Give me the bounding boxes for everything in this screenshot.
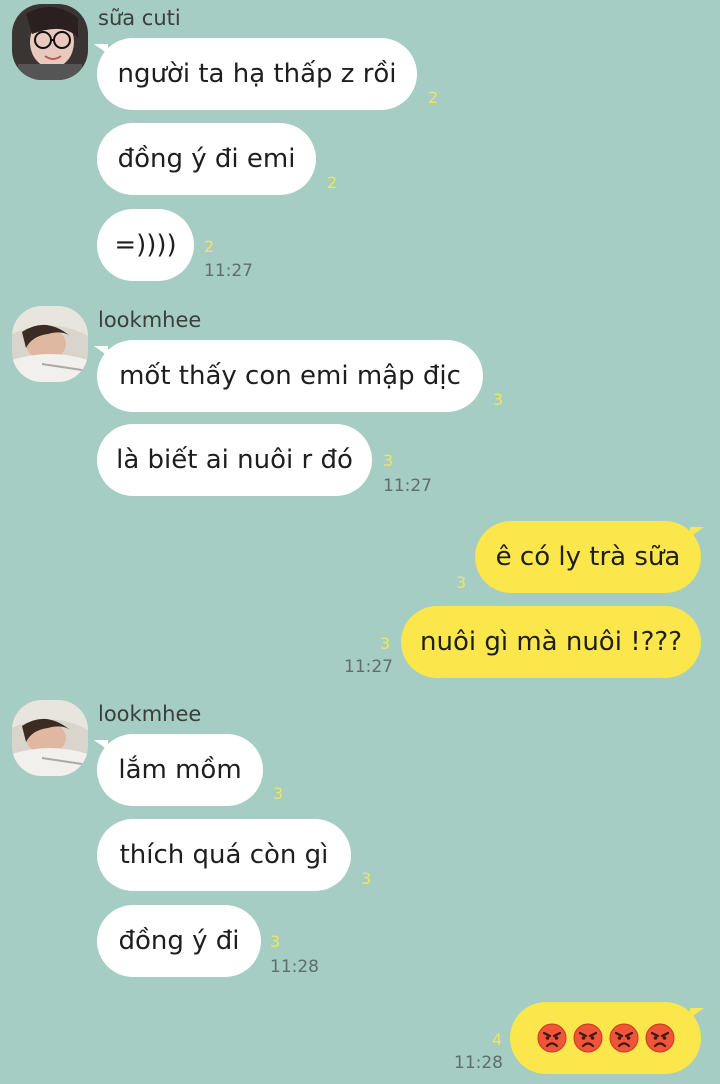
timestamp: 11:27 — [204, 261, 253, 281]
emoji-row — [537, 1023, 675, 1053]
timestamp: 11:27 — [344, 657, 393, 677]
sender-name: sữa cuti — [98, 6, 181, 30]
read-count: 3 — [273, 784, 284, 803]
avatar-lookmhee[interactable] — [12, 700, 88, 776]
read-count: 3 — [270, 932, 281, 951]
read-count: 3 — [361, 869, 372, 888]
message-bubble[interactable]: lắm mồm — [97, 734, 263, 806]
read-count: 2 — [204, 237, 215, 256]
read-count: 3 — [380, 634, 391, 653]
message-bubble[interactable]: nuôi gì mà nuôi !??? — [401, 606, 701, 678]
angry-face-icon — [645, 1023, 674, 1053]
message-bubble[interactable]: người ta hạ thấp z rồi — [97, 38, 417, 110]
read-count: 3 — [456, 573, 467, 592]
sender-name: lookmhee — [98, 702, 202, 726]
emoji-message-bubble[interactable] — [510, 1002, 701, 1074]
lying-person-avatar-icon — [12, 700, 88, 776]
read-count: 3 — [493, 390, 504, 409]
read-count: 4 — [492, 1030, 503, 1049]
avatar-lookmhee[interactable] — [12, 306, 88, 382]
timestamp: 11:28 — [270, 957, 319, 977]
timestamp: 11:28 — [454, 1053, 503, 1073]
message-bubble[interactable]: =)))) — [97, 209, 194, 281]
message-bubble[interactable]: mốt thấy con emi mập địc — [97, 340, 483, 412]
message-bubble[interactable]: thích quá còn gì — [97, 819, 351, 891]
message-bubble[interactable]: đồng ý đi — [97, 905, 261, 977]
read-count: 2 — [327, 173, 338, 192]
avatar-sua-cuti[interactable] — [12, 4, 88, 80]
read-count: 2 — [428, 88, 439, 107]
angry-face-icon — [609, 1023, 638, 1053]
message-bubble[interactable]: là biết ai nuôi r đó — [97, 424, 372, 496]
read-count: 3 — [383, 451, 394, 470]
timestamp: 11:27 — [383, 476, 432, 496]
angry-face-icon — [573, 1023, 602, 1053]
message-bubble[interactable]: ê có ly trà sữa — [475, 521, 701, 593]
bubble-tail — [690, 1008, 704, 1018]
message-bubble[interactable]: đồng ý đi emi — [97, 123, 316, 195]
girl-with-glasses-avatar-icon — [12, 4, 88, 80]
angry-face-icon — [537, 1023, 566, 1053]
lying-person-avatar-icon — [12, 306, 88, 382]
sender-name: lookmhee — [98, 308, 202, 332]
bubble-tail — [690, 527, 704, 537]
